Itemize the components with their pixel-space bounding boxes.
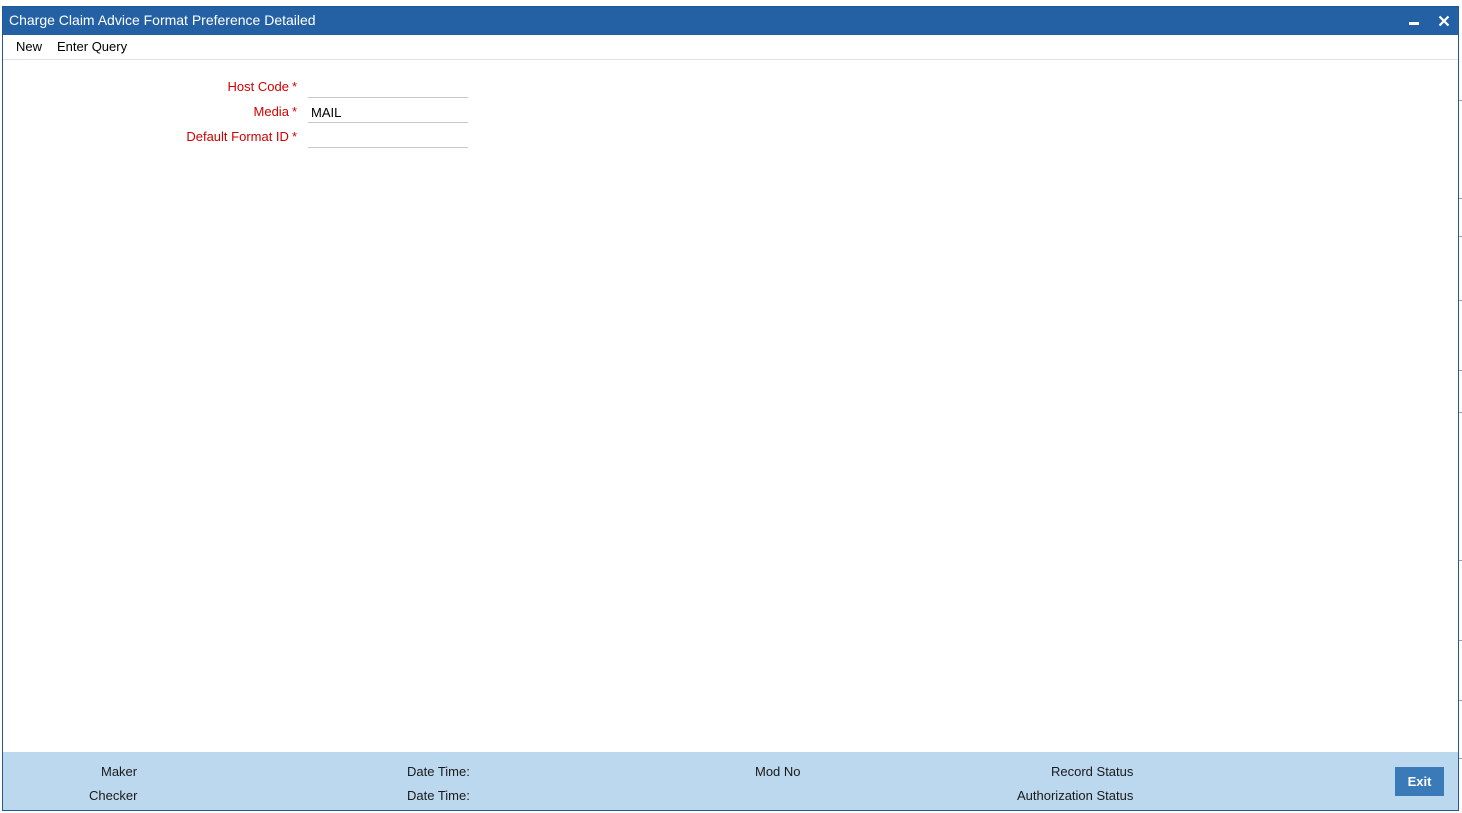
minimize-icon[interactable] xyxy=(1406,13,1422,29)
host-code-input[interactable] xyxy=(308,77,468,98)
title-bar: Charge Claim Advice Format Preference De… xyxy=(3,7,1458,35)
host-code-label: Host Code * xyxy=(227,79,297,94)
window-title: Charge Claim Advice Format Preference De… xyxy=(9,12,316,28)
default-format-id-label: Default Format ID * xyxy=(186,129,297,144)
media-row: Media * xyxy=(3,102,603,127)
maker-datetime-label: Date Time: xyxy=(407,764,470,779)
enter-query-button[interactable]: Enter Query xyxy=(51,35,136,59)
detail-window: Charge Claim Advice Format Preference De… xyxy=(2,6,1459,811)
media-input[interactable] xyxy=(308,102,468,123)
default-format-id-row: Default Format ID * xyxy=(3,127,603,152)
media-label: Media * xyxy=(253,104,297,119)
window-controls xyxy=(1406,7,1452,35)
required-marker: * xyxy=(291,79,297,94)
record-status-label: Record Status xyxy=(1051,764,1134,779)
audit-footer: Maker Checker Date Time: Date Time: Mod … xyxy=(3,752,1458,810)
host-code-row: Host Code * xyxy=(3,77,603,102)
default-format-id-input[interactable] xyxy=(308,127,468,148)
preference-form: Host Code* Media* Default Format ID* xyxy=(3,77,603,152)
checker-datetime-label: Date Time: xyxy=(407,788,470,803)
new-button[interactable]: New xyxy=(3,35,51,59)
close-icon[interactable] xyxy=(1436,13,1452,29)
toolbar-menu: New Enter Query xyxy=(3,35,1458,60)
mod-no-label: Mod No xyxy=(755,764,801,779)
maker-label: Maker xyxy=(101,764,138,779)
exit-button[interactable]: Exit xyxy=(1395,767,1444,796)
required-marker: * xyxy=(291,129,297,144)
authorization-status-label: Authorization Status xyxy=(1017,788,1134,803)
required-marker: * xyxy=(291,104,297,119)
checker-label: Checker xyxy=(89,788,138,803)
